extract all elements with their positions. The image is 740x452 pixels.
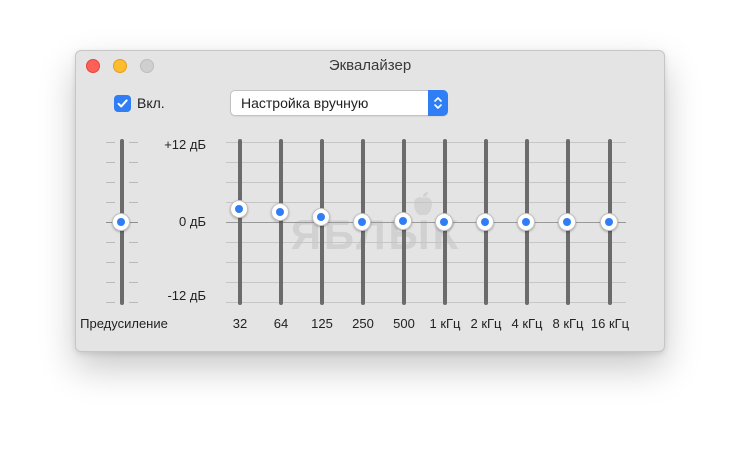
slider-track[interactable] <box>238 139 242 305</box>
band-slider[interactable] <box>353 139 373 305</box>
title-bar[interactable]: Эквалайзер <box>76 51 664 81</box>
slider-knob[interactable] <box>353 213 371 231</box>
scale-label-top: +12 дБ <box>164 137 206 152</box>
slider-knob[interactable] <box>112 213 130 231</box>
window-title: Эквалайзер <box>328 57 412 74</box>
slider-knob[interactable] <box>435 213 453 231</box>
slider-knob[interactable] <box>517 213 535 231</box>
band-slider[interactable] <box>476 139 496 305</box>
scale-label-middle: 0 дБ <box>179 214 206 229</box>
preset-selected-value: Настройка вручную <box>241 95 369 111</box>
apple-logo-watermark-icon <box>414 192 432 216</box>
enable-label: Вкл. <box>137 95 165 111</box>
band-slider[interactable] <box>558 139 578 305</box>
band-slider[interactable] <box>517 139 537 305</box>
band-slider[interactable] <box>230 139 250 305</box>
band-slider[interactable] <box>600 139 620 305</box>
slider-knob[interactable] <box>312 207 330 226</box>
preamp-label: Предусиление <box>80 316 168 331</box>
checkbox-checked-icon[interactable] <box>114 94 131 112</box>
popup-chevrons-icon[interactable] <box>428 90 448 116</box>
enable-equalizer-checkbox[interactable]: Вкл. <box>114 93 165 113</box>
band-frequency-label: 16 кГц <box>590 316 630 331</box>
preamp-slider[interactable] <box>112 139 132 305</box>
slider-knob[interactable] <box>558 213 576 231</box>
band-slider[interactable] <box>435 139 455 305</box>
slider-knob[interactable] <box>476 213 494 231</box>
scale-label-bottom: -12 дБ <box>167 288 206 303</box>
preset-popup-button[interactable]: Настройка вручную <box>230 90 448 116</box>
slider-knob[interactable] <box>271 203 289 221</box>
slider-knob[interactable] <box>600 213 618 231</box>
band-slider[interactable] <box>312 139 332 305</box>
slider-track[interactable] <box>279 139 283 305</box>
band-slider[interactable] <box>271 139 291 305</box>
equalizer-window: Эквалайзер Вкл. Настройка вручную ЯБЛЫК … <box>75 50 665 352</box>
slider-knob[interactable] <box>230 199 248 218</box>
band-slider[interactable] <box>394 139 414 305</box>
slider-knob[interactable] <box>394 211 412 230</box>
